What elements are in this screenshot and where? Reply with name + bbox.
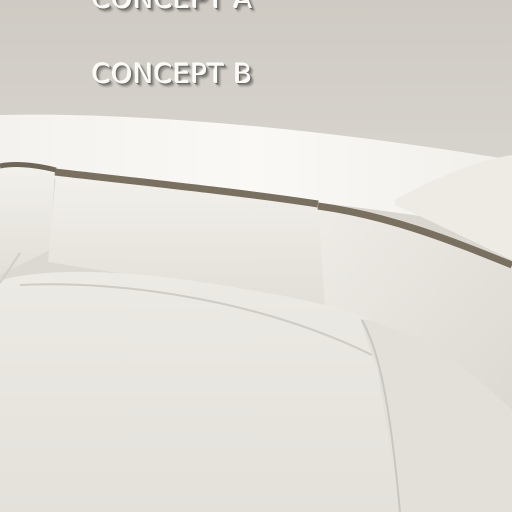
concept-b-wall-text: CONCEPT B xyxy=(92,59,253,90)
sofa-render-scene xyxy=(0,0,512,512)
concept-a-wall-text: CONCEPT A xyxy=(92,0,253,15)
